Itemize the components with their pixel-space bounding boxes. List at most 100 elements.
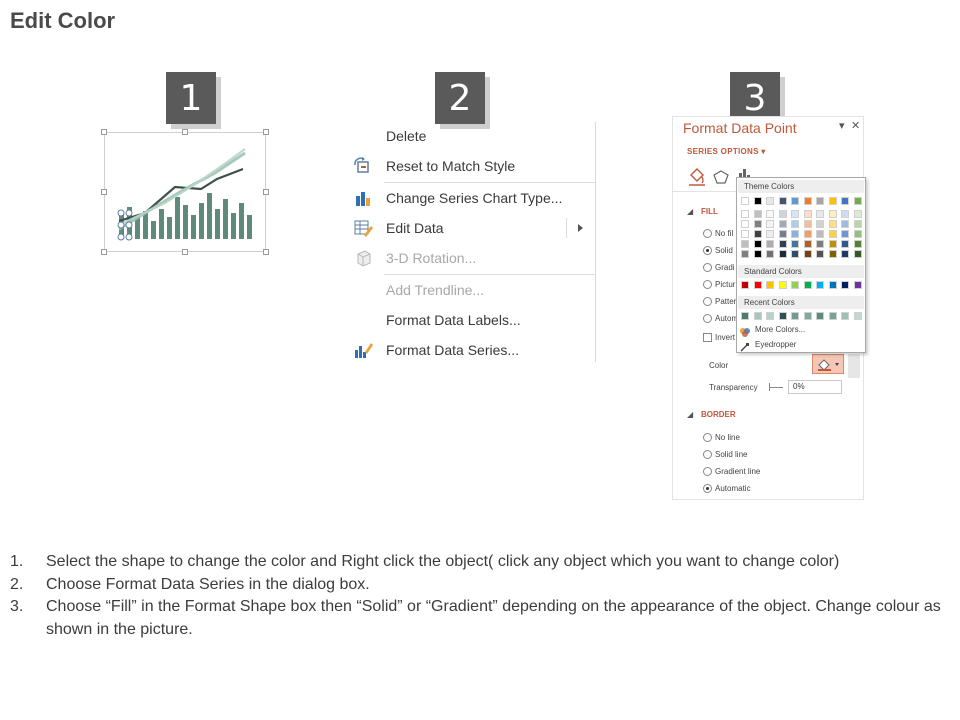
theme-color-swatch[interactable] xyxy=(791,250,799,258)
theme-color-swatch[interactable] xyxy=(791,197,799,205)
theme-color-swatch[interactable] xyxy=(841,220,849,228)
resize-handle[interactable] xyxy=(182,249,188,255)
close-icon[interactable]: ✕ xyxy=(851,119,860,132)
recent-color-swatch[interactable] xyxy=(816,312,824,320)
fill-radio-no-fill[interactable] xyxy=(703,229,712,238)
theme-color-swatch[interactable] xyxy=(803,220,812,228)
theme-color-swatch[interactable] xyxy=(816,210,824,218)
recent-color-swatch[interactable] xyxy=(853,312,862,320)
theme-color-swatch[interactable] xyxy=(816,220,824,228)
menu-item-reset-style[interactable]: Reset to Match Style xyxy=(350,154,596,178)
theme-color-swatch[interactable] xyxy=(778,220,787,228)
series-options-dropdown[interactable]: SERIES OPTIONS ▾ xyxy=(687,147,766,156)
theme-color-swatch[interactable] xyxy=(753,240,762,248)
theme-color-swatch[interactable] xyxy=(841,240,849,248)
theme-color-swatch[interactable] xyxy=(803,197,812,205)
fill-radio-picture[interactable] xyxy=(703,280,712,289)
theme-color-swatch[interactable] xyxy=(753,230,762,238)
resize-handle[interactable] xyxy=(101,129,107,135)
border-radio-gradient-line[interactable] xyxy=(703,467,712,476)
invert-checkbox[interactable] xyxy=(703,333,712,342)
resize-handle[interactable] xyxy=(263,189,269,195)
theme-color-swatch[interactable] xyxy=(753,210,762,218)
theme-color-swatch[interactable] xyxy=(766,220,774,228)
theme-color-swatch[interactable] xyxy=(741,250,749,258)
theme-color-swatch[interactable] xyxy=(753,220,762,228)
standard-color-swatch[interactable] xyxy=(816,281,824,289)
recent-color-swatch[interactable] xyxy=(741,312,749,320)
theme-color-swatch[interactable] xyxy=(828,210,837,218)
standard-color-swatch[interactable] xyxy=(766,281,774,289)
pane-scrollbar[interactable] xyxy=(848,354,860,378)
eyedropper-option[interactable]: Eyedropper xyxy=(755,340,796,349)
theme-color-swatch[interactable] xyxy=(803,210,812,218)
selected-chart[interactable] xyxy=(104,132,266,252)
theme-color-swatch[interactable] xyxy=(791,220,799,228)
collapse-fill-icon[interactable]: ◢ xyxy=(687,207,693,216)
fill-color-button[interactable] xyxy=(812,354,844,374)
chevron-right-icon[interactable] xyxy=(578,224,583,232)
menu-item-format-data-series[interactable]: Format Data Series... xyxy=(350,338,596,362)
theme-color-swatch[interactable] xyxy=(853,250,862,258)
slider-thumb[interactable] xyxy=(769,383,770,391)
recent-color-swatch[interactable] xyxy=(766,312,774,320)
collapse-border-icon[interactable]: ◢ xyxy=(687,410,693,419)
menu-item-3d-rotation[interactable]: 3-D Rotation... xyxy=(350,246,596,270)
theme-color-swatch[interactable] xyxy=(816,250,824,258)
theme-color-swatch[interactable] xyxy=(778,197,787,205)
theme-color-swatch[interactable] xyxy=(841,210,849,218)
theme-color-swatch[interactable] xyxy=(766,230,774,238)
fill-radio-automatic[interactable] xyxy=(703,314,712,323)
dropdown-icon[interactable]: ▾ xyxy=(839,119,845,132)
transparency-slider[interactable] xyxy=(769,387,783,388)
theme-color-swatch[interactable] xyxy=(791,240,799,248)
theme-color-swatch[interactable] xyxy=(853,197,862,205)
theme-color-swatch[interactable] xyxy=(853,230,862,238)
theme-color-swatch[interactable] xyxy=(841,230,849,238)
standard-color-swatch[interactable] xyxy=(753,281,762,289)
fill-radio-solid[interactable] xyxy=(703,246,712,255)
recent-color-swatch[interactable] xyxy=(828,312,837,320)
resize-handle[interactable] xyxy=(263,129,269,135)
border-radio-no-line[interactable] xyxy=(703,433,712,442)
resize-handle[interactable] xyxy=(182,129,188,135)
theme-color-swatch[interactable] xyxy=(803,230,812,238)
menu-item-add-trendline[interactable]: Add Trendline... xyxy=(350,278,596,302)
theme-color-swatch[interactable] xyxy=(741,220,749,228)
theme-color-swatch[interactable] xyxy=(741,197,749,205)
resize-handle[interactable] xyxy=(263,249,269,255)
theme-color-swatch[interactable] xyxy=(828,240,837,248)
theme-color-swatch[interactable] xyxy=(828,220,837,228)
recent-color-swatch[interactable] xyxy=(791,312,799,320)
theme-color-swatch[interactable] xyxy=(778,250,787,258)
transparency-input[interactable]: 0% xyxy=(788,380,842,394)
more-colors-link[interactable]: More Colors... xyxy=(755,325,805,334)
resize-handle[interactable] xyxy=(101,249,107,255)
theme-color-swatch[interactable] xyxy=(816,197,824,205)
theme-color-swatch[interactable] xyxy=(803,240,812,248)
theme-color-swatch[interactable] xyxy=(766,250,774,258)
theme-color-swatch[interactable] xyxy=(753,197,762,205)
menu-item-change-chart-type[interactable]: Change Series Chart Type... xyxy=(350,186,596,210)
theme-color-swatch[interactable] xyxy=(766,197,774,205)
standard-color-swatch[interactable] xyxy=(841,281,849,289)
theme-color-swatch[interactable] xyxy=(753,250,762,258)
menu-item-format-data-labels[interactable]: Format Data Labels... xyxy=(350,308,596,332)
theme-color-swatch[interactable] xyxy=(778,240,787,248)
theme-color-swatch[interactable] xyxy=(741,240,749,248)
resize-handle[interactable] xyxy=(101,189,107,195)
recent-color-swatch[interactable] xyxy=(841,312,849,320)
theme-color-swatch[interactable] xyxy=(741,210,749,218)
theme-color-swatch[interactable] xyxy=(828,197,837,205)
standard-color-swatch[interactable] xyxy=(778,281,787,289)
theme-color-swatch[interactable] xyxy=(841,197,849,205)
theme-color-swatch[interactable] xyxy=(828,250,837,258)
standard-color-swatch[interactable] xyxy=(853,281,862,289)
menu-item-delete[interactable]: Delete xyxy=(350,124,596,148)
border-radio-solid-line[interactable] xyxy=(703,450,712,459)
theme-color-swatch[interactable] xyxy=(828,230,837,238)
fill-radio-pattern[interactable] xyxy=(703,297,712,306)
theme-color-swatch[interactable] xyxy=(853,220,862,228)
recent-color-swatch[interactable] xyxy=(803,312,812,320)
theme-color-swatch[interactable] xyxy=(778,230,787,238)
